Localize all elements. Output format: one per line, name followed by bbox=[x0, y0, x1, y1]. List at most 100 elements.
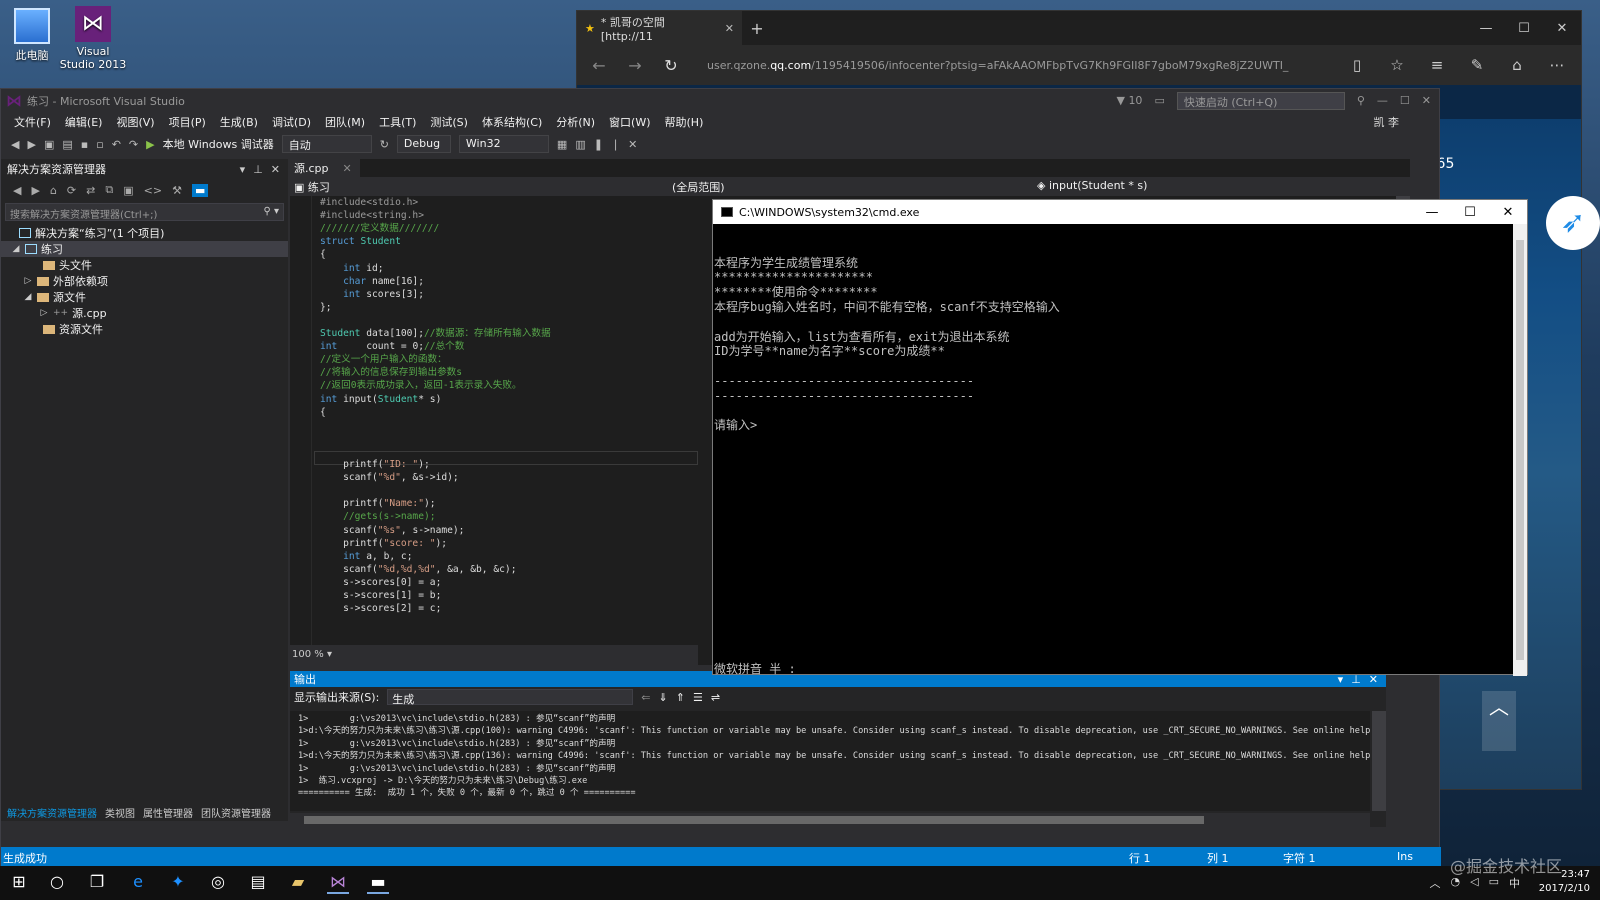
edge-icon[interactable]: e bbox=[127, 872, 149, 894]
menu-project[interactable]: 项目(P) bbox=[162, 114, 213, 130]
tree-item-solution[interactable]: 解决方案“练习”(1 个项目) bbox=[1, 225, 288, 241]
clear-all-icon[interactable]: ☰ bbox=[693, 691, 703, 704]
back-icon[interactable]: ◀ bbox=[13, 184, 21, 197]
menu-view[interactable]: 视图(V) bbox=[109, 114, 161, 130]
console-scrollbar[interactable] bbox=[1513, 224, 1527, 676]
save-icon[interactable]: ▪ bbox=[81, 138, 88, 151]
properties-icon[interactable]: ⚒ bbox=[172, 184, 182, 197]
bookmark-clear-icon[interactable]: ✕ bbox=[628, 138, 637, 151]
output-scrollbar[interactable] bbox=[1372, 711, 1386, 811]
zoom-level[interactable]: 100 % ▾ bbox=[290, 645, 698, 665]
refresh-icon[interactable]: ⇄ bbox=[86, 184, 95, 197]
hub-icon[interactable]: ≡ bbox=[1419, 56, 1455, 74]
menu-team[interactable]: 团队(M) bbox=[318, 114, 372, 130]
tab-team-explorer[interactable]: 团队资源管理器 bbox=[201, 805, 271, 820]
search-icon[interactable]: ⚲ ▾ bbox=[263, 206, 279, 218]
new-tab-button[interactable]: + bbox=[742, 19, 772, 38]
code-area[interactable]: #include<stdio.h> #include<string.h>/////… bbox=[290, 196, 698, 645]
input-language[interactable]: 中 bbox=[1509, 875, 1520, 891]
close-button[interactable]: ✕ bbox=[1422, 94, 1431, 107]
tab-source-cpp[interactable]: 源.cpp ✕ bbox=[290, 159, 360, 177]
menu-tools[interactable]: 工具(T) bbox=[372, 114, 423, 130]
quick-launch-input[interactable]: 快速启动 (Ctrl+Q) bbox=[1176, 91, 1345, 110]
redo-icon[interactable]: ↷ bbox=[129, 138, 138, 151]
minimize-button[interactable]: — bbox=[1413, 205, 1451, 220]
save-all-icon[interactable]: ▫ bbox=[96, 138, 103, 151]
menu-debug[interactable]: 调试(D) bbox=[265, 114, 318, 130]
forward-icon[interactable]: ▶ bbox=[31, 184, 39, 197]
bookmark-next-icon[interactable]: ❘ bbox=[611, 138, 620, 151]
auto-select[interactable]: 自动 bbox=[281, 135, 372, 153]
back-icon[interactable]: ← bbox=[583, 56, 615, 75]
volume-icon[interactable]: ◁ bbox=[1470, 875, 1478, 891]
sync-icon[interactable]: ⟳ bbox=[67, 184, 76, 197]
config-select[interactable]: Debug bbox=[396, 135, 451, 153]
note-icon[interactable]: ✎ bbox=[1459, 56, 1495, 74]
console-output[interactable]: 本程序为学生成绩管理系统 ********************** ******… bbox=[713, 224, 1513, 676]
forward-icon[interactable]: → bbox=[619, 56, 651, 75]
maximize-button[interactable]: ☐ bbox=[1400, 94, 1410, 107]
new-project-icon[interactable]: ▣ bbox=[44, 138, 54, 151]
menu-build[interactable]: 生成(B) bbox=[213, 114, 265, 130]
cmd-icon[interactable]: ▬ bbox=[367, 872, 389, 894]
task-view-icon[interactable]: ❐ bbox=[86, 872, 108, 894]
desktop-icon-visual-studio[interactable]: ⋈ Visual Studio 2013 bbox=[58, 6, 128, 71]
close-button[interactable]: ✕ bbox=[1543, 21, 1581, 36]
close-button[interactable]: ✕ bbox=[1489, 205, 1527, 220]
tab-property-manager[interactable]: 属性管理器 bbox=[143, 805, 193, 820]
undo-icon[interactable]: ↶ bbox=[112, 138, 121, 151]
debugger-target[interactable]: 本地 Windows 调试器 bbox=[163, 136, 274, 152]
menu-test[interactable]: 测试(S) bbox=[423, 114, 475, 130]
menu-window[interactable]: 窗口(W) bbox=[602, 114, 657, 130]
maximize-button[interactable]: ☐ bbox=[1451, 205, 1489, 220]
tree-item-project[interactable]: ◢ 练习 bbox=[1, 241, 288, 257]
output-source-select[interactable]: 生成 bbox=[387, 689, 634, 706]
forward-icon[interactable]: ▶ bbox=[27, 138, 35, 151]
favorite-icon[interactable]: ☆ bbox=[1379, 56, 1415, 74]
url-field[interactable]: user.qzone.qq.com/1195419506/infocenter?… bbox=[691, 59, 1335, 72]
tree-item-resources[interactable]: 资源文件 bbox=[1, 321, 288, 337]
show-all-icon[interactable]: ▣ bbox=[123, 184, 133, 197]
menu-help[interactable]: 帮助(H) bbox=[658, 114, 711, 130]
network-icon[interactable]: ◔ bbox=[1451, 875, 1461, 891]
minimize-button[interactable]: — bbox=[1467, 21, 1505, 36]
find-prev-icon[interactable]: ⇐ bbox=[641, 691, 650, 704]
more-icon[interactable]: ⋯ bbox=[1539, 56, 1575, 74]
chrome-icon[interactable]: ◎ bbox=[207, 872, 229, 894]
user-account[interactable]: 凯 李 bbox=[1367, 114, 1440, 130]
menu-analyze[interactable]: 分析(N) bbox=[549, 114, 602, 130]
menu-edit[interactable]: 编辑(E) bbox=[58, 114, 110, 130]
desktop-icon-this-pc[interactable]: 此电脑 bbox=[0, 8, 64, 63]
share-icon[interactable]: ⌂ bbox=[1499, 56, 1535, 74]
scroll-thumb[interactable] bbox=[1516, 240, 1524, 660]
start-debug-icon[interactable]: ▶ bbox=[146, 138, 154, 151]
menu-file[interactable]: 文件(F) bbox=[7, 114, 58, 130]
close-tab-icon[interactable]: ✕ bbox=[343, 162, 352, 175]
nav-member-select[interactable]: ◈ input(Student * s) bbox=[1037, 179, 1147, 192]
message-icon[interactable]: ▭ bbox=[1489, 875, 1499, 891]
open-icon[interactable]: ▤ bbox=[62, 138, 72, 151]
file-explorer-icon[interactable]: ▰ bbox=[287, 872, 309, 894]
browser-tab[interactable]: ★ * 凯哥の空間 [http://11 ✕ bbox=[577, 11, 742, 45]
qq-bird-icon[interactable]: ➶ bbox=[1546, 196, 1600, 250]
maximize-button[interactable]: ☐ bbox=[1505, 21, 1543, 36]
chevron-up-icon[interactable]: ︿ bbox=[1430, 875, 1441, 891]
cortana-icon[interactable]: ○ bbox=[46, 872, 68, 894]
comment-icon[interactable]: ▥ bbox=[575, 138, 585, 151]
goto-icon[interactable]: ⇑ bbox=[676, 691, 685, 704]
platform-select[interactable]: Win32 bbox=[458, 135, 549, 153]
refresh-icon[interactable]: ↻ bbox=[380, 138, 389, 151]
output-text[interactable]: 1> g:\vs2013\vc\include\stdio.h(283) : 参… bbox=[290, 711, 1370, 811]
refresh-icon[interactable]: ↻ bbox=[655, 56, 687, 75]
dropdown-icon[interactable]: ▾ bbox=[240, 163, 246, 176]
start-icon[interactable]: ⊞ bbox=[8, 872, 30, 894]
tab-solution-explorer[interactable]: 解决方案资源管理器 bbox=[7, 805, 97, 820]
scroll-thumb[interactable] bbox=[304, 816, 1204, 824]
find-icon[interactable]: ▦ bbox=[557, 138, 567, 151]
tree-item-sources[interactable]: ◢ 源文件 bbox=[1, 289, 288, 305]
tree-item-source-cpp[interactable]: ▷ ++ 源.cpp bbox=[1, 305, 288, 321]
minimize-button[interactable]: — bbox=[1377, 94, 1388, 107]
scroll-top-icon[interactable]: ︿ bbox=[1482, 691, 1516, 751]
tab-class-view[interactable]: 类视图 bbox=[105, 805, 135, 820]
feedback-icon[interactable]: ▭ bbox=[1154, 94, 1164, 107]
